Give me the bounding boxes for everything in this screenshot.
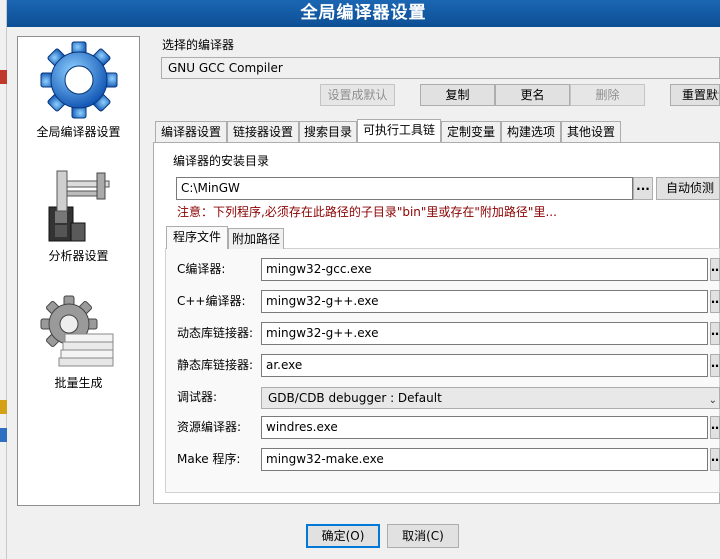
tab-build-options[interactable]: 构建选项 — [501, 121, 561, 142]
dynamic-linker-label: 动态库链接器: — [177, 326, 254, 340]
c-compiler-input[interactable]: mingw32-gcc.exe — [261, 258, 708, 281]
compiler-select-label: 选择的编译器 — [162, 38, 235, 52]
tab-additional-paths[interactable]: 附加路径 — [228, 228, 284, 249]
window-title: 全局编译器设置 — [7, 0, 720, 27]
edge-mark — [0, 70, 7, 84]
cpp-compiler-browse-button[interactable]: … — [710, 290, 720, 313]
sidebar-item-global-compiler[interactable]: 全局编译器设置 — [18, 39, 139, 140]
tab-toolchain-executables[interactable]: 可执行工具链 — [357, 119, 441, 142]
edge-mark — [0, 400, 7, 414]
debugger-select[interactable]: GDB/CDB debugger : Default ⌄ — [261, 387, 720, 409]
ok-button[interactable]: 确定(O) — [306, 524, 380, 548]
c-compiler-label: C编译器: — [177, 262, 226, 276]
cpp-compiler-label: C++编译器: — [177, 294, 246, 308]
resource-compiler-input[interactable]: windres.exe — [261, 416, 708, 439]
delete-button[interactable]: 删除 — [570, 84, 645, 106]
tab-other-settings[interactable]: 其他设置 — [561, 121, 621, 142]
install-dir-label: 编译器的安装目录 — [173, 154, 270, 168]
set-default-button[interactable]: 设置成默认 — [320, 84, 395, 106]
caliper-icon — [48, 170, 109, 242]
gear-icon — [40, 41, 117, 119]
copy-button[interactable]: 复制 — [420, 84, 495, 106]
auto-detect-button[interactable]: 自动侦测 — [656, 177, 720, 200]
dynamic-linker-browse-button[interactable]: … — [710, 322, 720, 345]
resource-compiler-browse-button[interactable]: … — [710, 416, 720, 439]
sidebar-item-label: 批量生成 — [54, 376, 103, 390]
chevron-down-icon: ⌄ — [708, 395, 717, 406]
install-dir-input[interactable]: C:\MinGW — [176, 177, 633, 200]
tab-custom-vars[interactable]: 定制变量 — [441, 121, 501, 142]
tab-program-files[interactable]: 程序文件 — [166, 226, 228, 249]
static-linker-browse-button[interactable]: … — [710, 354, 720, 377]
static-linker-input[interactable]: ar.exe — [261, 354, 708, 377]
sidebar-item-label: 分析器设置 — [48, 249, 109, 263]
make-program-input[interactable]: mingw32-make.exe — [261, 448, 708, 471]
c-compiler-browse-button[interactable]: … — [710, 258, 720, 281]
tab-search-dirs[interactable]: 搜索目录 — [299, 121, 357, 142]
make-program-browse-button[interactable]: … — [710, 448, 720, 471]
main-tabs: 编译器设置 链接器设置 搜索目录 可执行工具链 定制变量 构建选项 其他设置 — [155, 119, 720, 142]
sidebar-item-profiler[interactable]: 分析器设置 — [18, 167, 139, 264]
debugger-select-value: GDB/CDB debugger : Default — [268, 391, 442, 405]
sub-tabs: 程序文件 附加路径 — [166, 226, 720, 249]
tab-linker-settings[interactable]: 链接器设置 — [227, 121, 299, 142]
cancel-button[interactable]: 取消(C) — [387, 524, 459, 548]
batch-gear-icon — [40, 295, 113, 367]
sidebar-item-label: 全局编译器设置 — [36, 125, 121, 139]
static-linker-label: 静态库链接器: — [177, 358, 254, 372]
tab-compiler-settings[interactable]: 编译器设置 — [155, 121, 227, 142]
edge-mark — [0, 428, 7, 442]
dynamic-linker-input[interactable]: mingw32-g++.exe — [261, 322, 708, 345]
cpp-compiler-input[interactable]: mingw32-g++.exe — [261, 290, 708, 313]
sidebar-item-batch-build[interactable]: 批量生成 — [18, 292, 139, 391]
reset-default-button[interactable]: 重置默认 — [670, 84, 720, 106]
install-dir-browse-button[interactable]: ... — [633, 177, 653, 200]
compiler-select[interactable]: GNU GCC Compiler — [161, 57, 720, 79]
background-window-edge — [0, 0, 7, 559]
resource-compiler-label: 资源编译器: — [177, 420, 242, 434]
install-dir-note: 注意：下列程序,必须存在此路径的子目录"bin"里或存在"附加路径"里... — [177, 205, 557, 219]
sidebar: 全局编译器设置 分析器设置 批量生成 — [17, 36, 140, 506]
make-program-label: Make 程序: — [177, 452, 241, 466]
debugger-label: 调试器: — [177, 390, 218, 404]
rename-button[interactable]: 更名 — [495, 84, 570, 106]
